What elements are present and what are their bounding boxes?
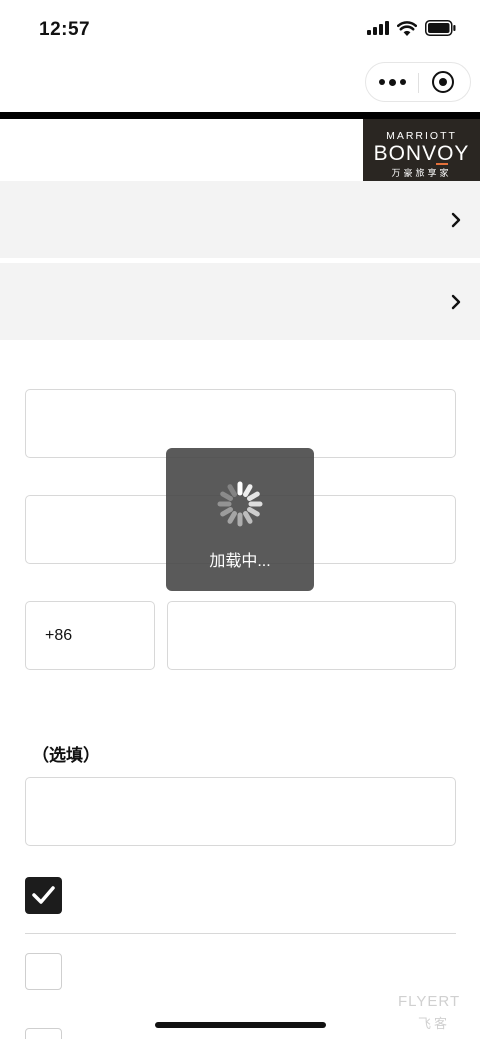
logo-marriott-text: MARRIOTT (386, 130, 457, 142)
checkbox-3[interactable] (25, 1028, 62, 1039)
optional-field[interactable] (25, 777, 456, 846)
more-dots-icon[interactable] (366, 63, 418, 101)
loading-text: 加载中... (209, 553, 271, 570)
home-indicator[interactable] (155, 1022, 326, 1028)
chevron-right-icon (451, 294, 461, 310)
status-bar: 12:57 (0, 0, 480, 60)
signal-icon (367, 21, 389, 35)
collapsible-row-1[interactable] (0, 181, 480, 258)
section-divider (25, 933, 456, 934)
collapsible-row-2[interactable] (0, 263, 480, 340)
watermark-sub-text: 飞客 (418, 1016, 451, 1031)
text-input-1[interactable] (26, 390, 455, 457)
logo-accent-bar (436, 163, 448, 165)
logo-chinese-text: 万豪旅享家 (391, 168, 452, 178)
country-code-value: +86 (45, 627, 73, 644)
checkmark-icon (32, 886, 55, 904)
capsule-divider (418, 73, 419, 93)
loading-toast: 加载中... (166, 448, 314, 591)
miniprogram-capsule (365, 62, 471, 102)
checkbox-1[interactable] (25, 877, 62, 914)
watermark-text: FLYERT (398, 993, 461, 1010)
phone-input[interactable] (168, 602, 455, 669)
country-code-field[interactable]: +86 (25, 601, 155, 670)
loading-spinner-icon (217, 481, 263, 527)
phone-field[interactable] (167, 601, 456, 670)
battery-icon (425, 20, 456, 36)
header-divider (0, 112, 480, 119)
checkbox-2[interactable] (25, 953, 62, 990)
chevron-right-icon (451, 212, 461, 228)
status-icons (367, 20, 456, 36)
close-target-icon[interactable] (432, 71, 454, 93)
optional-input[interactable] (26, 778, 455, 845)
marriott-bonvoy-logo: MARRIOTT BONVOY 万豪旅享家 (363, 119, 480, 188)
logo-bonvoy-text: BONVOY (373, 142, 470, 165)
optional-field-label: （选填） (32, 746, 100, 765)
wifi-icon (397, 20, 417, 36)
status-time: 12:57 (39, 19, 91, 40)
